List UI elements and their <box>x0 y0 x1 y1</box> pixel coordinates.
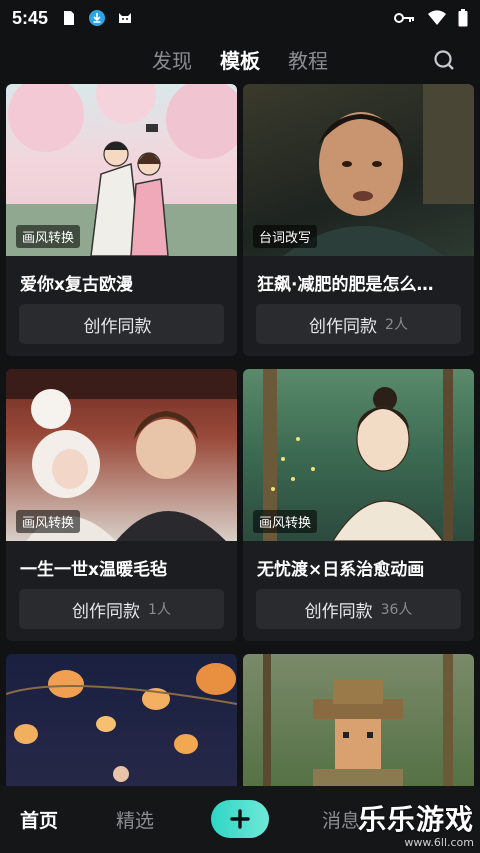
template-card[interactable]: 画风转换 爱你x复古欧漫 创作同款 <box>6 84 237 356</box>
watermark: 乐乐游戏 www.6ll.com <box>358 798 474 849</box>
pixel-explorer-illustration <box>263 654 453 786</box>
usage-count: 2人 <box>385 317 408 333</box>
card-title[interactable]: 无忧渡×日系治愈动画 <box>243 541 474 579</box>
style-tag: 画风转换 <box>253 510 318 533</box>
template-thumbnail[interactable]: 台词改写 <box>243 84 474 256</box>
create-same-label: 创作同款 <box>72 601 141 622</box>
card-title[interactable]: 狂飙·减肥的肥是怎么… <box>243 256 474 294</box>
create-same-button[interactable]: 创作同款 2人 <box>256 304 461 344</box>
template-thumbnail[interactable]: 画风转换 <box>6 369 237 541</box>
template-card[interactable]: 台词改写 狂飙·减肥的肥是怎么… 创作同款 2人 <box>243 84 474 356</box>
create-same-button[interactable]: 创作同款 <box>19 304 224 344</box>
style-tag: 画风转换 <box>16 510 81 533</box>
key-icon <box>394 13 414 23</box>
template-card[interactable]: 画风转换 一生一世x温暖毛毡 创作同款 1人 <box>6 369 237 641</box>
watermark-title: 乐乐游戏 <box>357 803 474 836</box>
download-icon <box>89 10 106 26</box>
nav-home[interactable]: 首页 <box>20 806 58 833</box>
template-feed[interactable]: 画风转换 爱你x复古欧漫 创作同款 台词改写 狂飙·减肥的肥是怎么… 创作同款 … <box>6 84 474 786</box>
nav-messages[interactable]: 消息 <box>322 806 360 833</box>
cat-app-icon <box>119 13 132 23</box>
template-thumbnail[interactable] <box>6 654 237 786</box>
template-card[interactable]: 画风转换 无忧渡×日系治愈动画 创作同款 36人 <box>243 369 474 641</box>
create-same-button[interactable]: 创作同款 1人 <box>19 589 224 629</box>
card-title[interactable]: 一生一世x温暖毛毡 <box>6 541 237 579</box>
template-thumbnail[interactable] <box>243 654 474 786</box>
search-icon[interactable] <box>432 48 456 72</box>
style-tag: 台词改写 <box>253 225 318 248</box>
status-time: 5:45 <box>12 7 49 28</box>
style-tag: 画风转换 <box>16 225 81 248</box>
template-card[interactable] <box>6 654 237 786</box>
create-same-label: 创作同款 <box>304 601 373 622</box>
template-thumbnail[interactable]: 画风转换 <box>6 84 237 256</box>
usage-count: 1人 <box>148 602 171 618</box>
tab-templates[interactable]: 模板 <box>220 45 260 74</box>
tab-discover[interactable]: 发现 <box>152 45 192 74</box>
status-bar: 5:45 <box>0 0 480 36</box>
usage-count: 36人 <box>380 602 413 618</box>
sim-card-icon <box>64 11 75 25</box>
create-same-button[interactable]: 创作同款 36人 <box>256 589 461 629</box>
tab-tutorials[interactable]: 教程 <box>288 45 328 74</box>
template-thumbnail[interactable]: 画风转换 <box>243 369 474 541</box>
top-tabs: 发现 模板 教程 <box>0 40 480 78</box>
create-button[interactable] <box>211 800 269 838</box>
create-same-label: 创作同款 <box>83 316 152 337</box>
create-same-label: 创作同款 <box>309 316 378 337</box>
battery-icon <box>458 9 468 27</box>
template-card[interactable] <box>243 654 474 786</box>
wifi-icon <box>428 10 446 25</box>
card-title[interactable]: 爱你x复古欧漫 <box>6 256 237 294</box>
bottom-nav: 首页 精选 消息 乐乐游戏 www.6ll.com <box>0 786 480 853</box>
lanterns-illustration <box>6 663 237 782</box>
nav-featured[interactable]: 精选 <box>116 806 154 833</box>
plus-icon <box>230 809 250 829</box>
